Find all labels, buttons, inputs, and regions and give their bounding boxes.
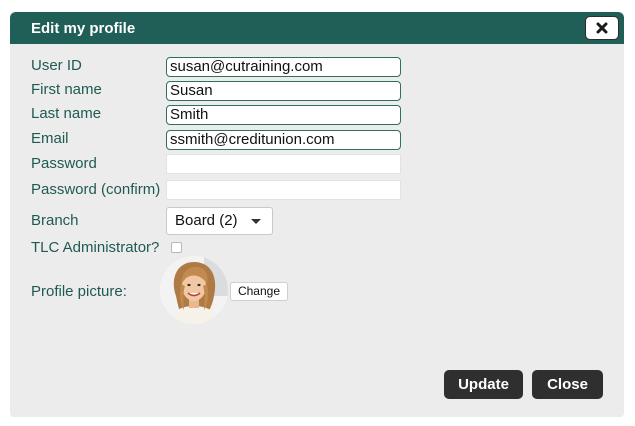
email-label: Email [31,130,69,147]
email-field[interactable]: ssmith@creditunion.com [166,130,401,150]
last-name-label: Last name [31,105,102,122]
password-label: Password [31,155,97,172]
tlc-admin-checkbox[interactable] [171,242,182,253]
password-confirm-label: Password (confirm) [31,181,161,198]
change-picture-button[interactable]: Change [230,282,288,301]
last-name-field[interactable]: Smith [166,105,401,125]
user-id-label: User ID [31,57,82,74]
tlc-admin-label: TLC Administrator? [31,239,160,256]
dialog-titlebar: Edit my profile [10,12,624,44]
first-name-field[interactable]: Susan [166,81,401,101]
close-dialog-button[interactable] [585,16,619,40]
profile-photo [160,256,228,324]
avatar [160,256,228,324]
chevron-down-icon [251,219,261,224]
password-confirm-field[interactable] [166,180,401,200]
close-button[interactable]: Close [532,370,603,399]
branch-selected-value: Board (2) [175,212,238,229]
first-name-label: First name [31,81,102,98]
edit-profile-dialog: Edit my profile User ID susan@cutraining… [10,12,624,417]
profile-picture-label: Profile picture: [31,283,127,300]
branch-label: Branch [31,212,79,229]
branch-select[interactable]: Board (2) [166,207,273,235]
password-field[interactable] [166,154,401,174]
user-id-field[interactable]: susan@cutraining.com [166,57,401,77]
update-button[interactable]: Update [444,370,523,399]
dialog-title: Edit my profile [31,20,136,37]
close-x-icon [596,22,608,34]
